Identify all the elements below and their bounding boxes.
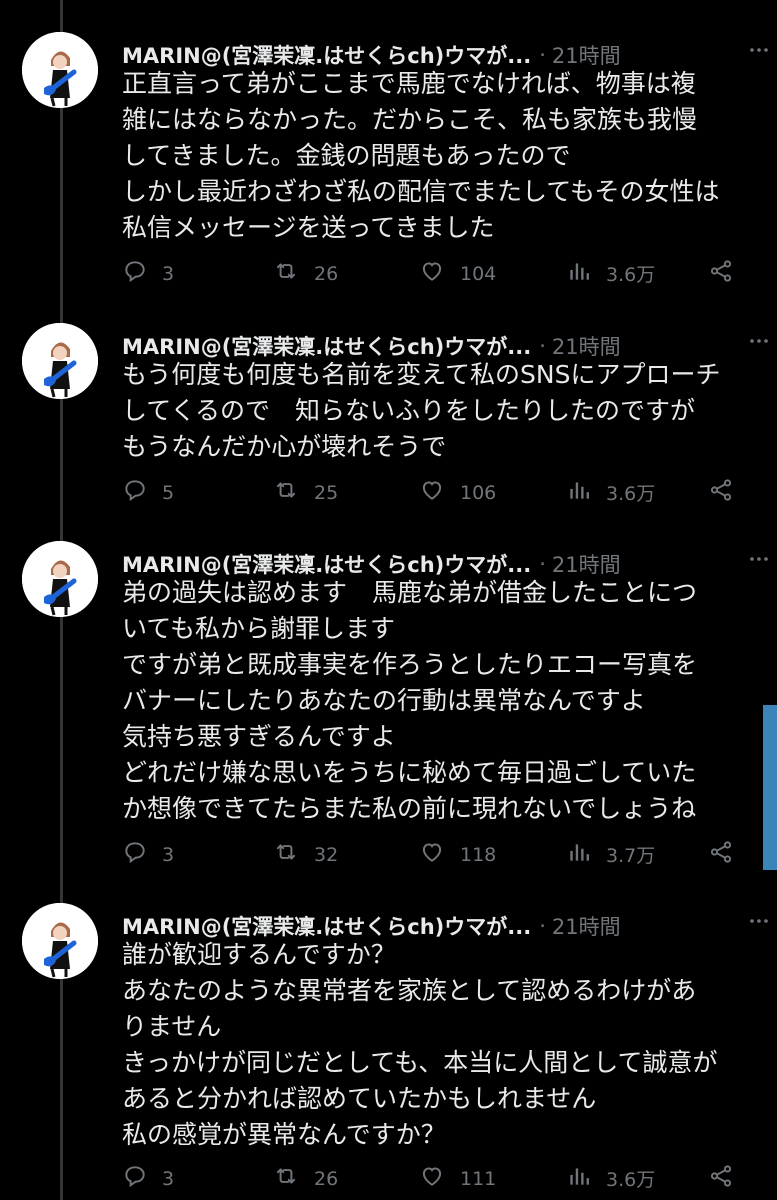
tweet-text-line: 私の感覚が異常なんですか？ xyxy=(122,1120,446,1149)
tweet-text-line: 弟の過失は認めます 馬鹿な弟が借金したことにつ xyxy=(122,578,698,607)
retweet-icon xyxy=(272,258,314,289)
more-dots-icon[interactable] xyxy=(747,329,771,353)
tweet-text-line: 雑にはならなかった。だからこそ、私も家族も我慢 xyxy=(122,105,698,134)
tweet-text-line: もうなんだか心が壊れそうで xyxy=(122,432,447,461)
tweet-sep: · xyxy=(539,914,546,938)
reply-button[interactable]: 3 xyxy=(122,839,174,870)
more-dots-icon[interactable] xyxy=(747,38,771,62)
reply-icon xyxy=(122,477,162,508)
tweet-text-line: もう何度も何度も名前を変えて私のSNSにアプローチ xyxy=(122,360,721,389)
views-chart-icon xyxy=(566,477,606,508)
tweet-text-line: いても私から謝罪します xyxy=(122,614,396,643)
retweet-count: 32 xyxy=(314,843,339,866)
tweet-text-line: 誰が歓迎するんですか？ xyxy=(122,940,396,969)
like-count: 106 xyxy=(460,481,497,504)
tweet-text-line: してくるので 知らないふりをしたりしたのですが xyxy=(122,396,696,425)
retweet-button[interactable]: 26 xyxy=(272,1163,338,1194)
retweet-icon xyxy=(272,839,314,870)
avatar[interactable] xyxy=(22,323,98,399)
tweet-sep: · xyxy=(539,552,546,576)
tweet-text-line: か想像できてたらまた私の前に現れないでしょうね xyxy=(122,794,697,823)
tweet-text-line: あると分かれば認めていたかもしれません xyxy=(122,1084,597,1113)
tweet-actions: 3 32 118 3.7万 xyxy=(122,839,747,869)
tweet-sep: · xyxy=(539,334,546,358)
retweet-button[interactable]: 25 xyxy=(272,477,338,508)
tweet-text: 正直言って弟がここまで馬鹿でなければ、物事は複 雑にはならなかった。だからこそ、私… xyxy=(122,66,755,246)
like-button[interactable]: 104 xyxy=(418,258,496,289)
retweet-count: 26 xyxy=(314,262,339,285)
tweet-text-line: ですが弟と既成事実を作ろうとしたりエコー写真を xyxy=(122,650,698,679)
share-icon xyxy=(708,1163,748,1194)
views-count: 3.6万 xyxy=(606,264,656,286)
reply-icon xyxy=(122,258,162,289)
like-button[interactable]: 111 xyxy=(418,1163,496,1194)
share-button[interactable] xyxy=(708,258,748,289)
tweet-text-line: バナーにしたりあなたの行動は異常なんですよ xyxy=(122,686,646,715)
reply-icon xyxy=(122,1163,162,1194)
share-icon xyxy=(708,477,748,508)
heart-icon xyxy=(418,477,460,508)
share-button[interactable] xyxy=(708,477,748,508)
retweet-button[interactable]: 32 xyxy=(272,839,338,870)
reply-count: 3 xyxy=(162,843,175,866)
tweet-text-line: りません xyxy=(122,1012,222,1041)
share-button[interactable] xyxy=(708,1163,748,1194)
tweet-text: 弟の過失は認めます 馬鹿な弟が借金したことにつ いても私から謝罪しますですが弟と既… xyxy=(122,575,755,827)
views-count: 3.7万 xyxy=(606,845,656,867)
tweet-text: 誰が歓迎するんですか？ あなたのような異常者を家族として認めるわけがあ りませんきっ… xyxy=(122,937,755,1153)
heart-icon xyxy=(418,258,460,289)
tweet-text-line: 気持ち悪すぎるんですよ xyxy=(122,722,396,751)
scroll-indicator[interactable] xyxy=(763,705,777,870)
tweet-text-line: しかし最近わざわざ私の配信でまたしてもその女性は xyxy=(122,177,720,206)
views-button[interactable]: 3.7万 xyxy=(566,839,655,870)
tweet-text-line: どれだけ嫌な思いをうちに秘めて毎日過ごしていた xyxy=(122,758,697,787)
retweet-count: 25 xyxy=(314,481,339,504)
tweet-sep: · xyxy=(539,43,546,67)
reply-button[interactable]: 5 xyxy=(122,477,174,508)
heart-icon xyxy=(418,839,460,870)
like-button[interactable]: 118 xyxy=(418,839,496,870)
reply-count: 5 xyxy=(162,481,175,504)
retweet-button[interactable]: 26 xyxy=(272,258,338,289)
retweet-icon xyxy=(272,477,314,508)
retweet-icon xyxy=(272,1163,314,1194)
reply-button[interactable]: 3 xyxy=(122,258,174,289)
tweet-text: もう何度も何度も名前を変えて私のSNSにアプローチ してくるので 知らないふりをし… xyxy=(122,357,755,465)
heart-icon xyxy=(418,1163,460,1194)
more-dots-icon[interactable] xyxy=(747,547,771,571)
reply-icon xyxy=(122,839,162,870)
avatar[interactable] xyxy=(22,32,98,108)
like-count: 104 xyxy=(460,262,497,285)
views-count: 3.6万 xyxy=(606,1169,656,1191)
tweet-text-line: してきました。金銭の問題もあったので xyxy=(122,141,571,170)
more-dots-icon[interactable] xyxy=(747,909,771,933)
views-chart-icon xyxy=(566,839,606,870)
share-icon xyxy=(708,258,748,289)
reply-count: 3 xyxy=(162,262,175,285)
tweet-text-line: あなたのような異常者を家族として認めるわけがあ xyxy=(122,976,697,1005)
avatar[interactable] xyxy=(22,903,98,979)
like-count: 118 xyxy=(460,843,497,866)
like-button[interactable]: 106 xyxy=(418,477,496,508)
avatar[interactable] xyxy=(22,541,98,617)
reply-count: 3 xyxy=(162,1167,175,1190)
share-button[interactable] xyxy=(708,839,748,870)
share-icon xyxy=(708,839,748,870)
views-button[interactable]: 3.6万 xyxy=(566,477,655,508)
reply-button[interactable]: 3 xyxy=(122,1163,174,1194)
tweet-text-line: 私信メッセージを送ってきました xyxy=(122,213,495,242)
tweet-actions: 5 25 106 3.6万 xyxy=(122,477,747,507)
views-chart-icon xyxy=(566,1163,606,1194)
views-chart-icon xyxy=(566,258,606,289)
tweet-actions: 3 26 104 3.6万 xyxy=(122,258,747,288)
tweet-actions: 3 26 111 3.6万 xyxy=(122,1163,747,1193)
views-count: 3.6万 xyxy=(606,483,656,505)
retweet-count: 26 xyxy=(314,1167,339,1190)
views-button[interactable]: 3.6万 xyxy=(566,1163,655,1194)
views-button[interactable]: 3.6万 xyxy=(566,258,655,289)
tweet-text-line: 正直言って弟がここまで馬鹿でなければ、物事は複 xyxy=(122,69,696,98)
like-count: 111 xyxy=(460,1167,497,1190)
tweet-text-line: きっかけが同じだとしても、本当に人間として誠意が xyxy=(122,1048,718,1077)
